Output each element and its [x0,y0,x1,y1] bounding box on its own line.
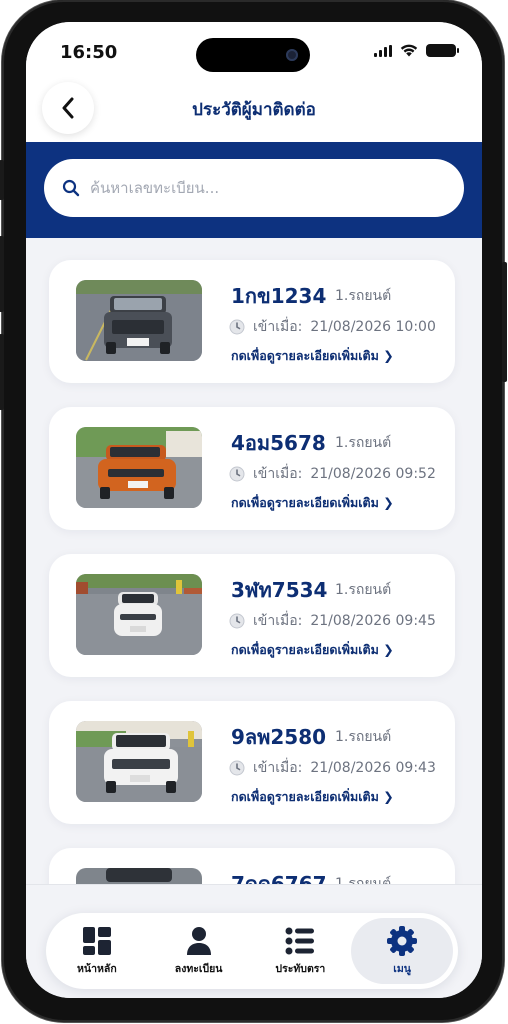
plate-number: 3ฬท7534 [231,578,328,602]
side-button-volume-down [0,334,4,410]
page-title: ประวัติผู้มาติดต่อ [192,100,316,120]
entry-row: เข้าเมื่อ: 21/08/2026 09:43 [229,757,436,779]
status-time: 16:50 [60,42,118,63]
entry-row: เข้าเมื่อ: 21/08/2026 09:45 [229,610,436,632]
vehicle-photo [76,280,202,361]
clock-icon [229,466,245,482]
more-details-link[interactable]: กดเพื่อดูรายละเอียดเพิ่มเติม ❯ [231,493,394,513]
side-button-volume-up [0,236,4,312]
visitor-card[interactable]: 7ดด6767 1.รถยนต์ [49,848,455,884]
vehicle-photo [76,721,202,802]
plate-number: 1กข1234 [231,284,327,308]
vehicle-type: 1.รถยนต์ [335,729,392,745]
vehicle-type: 1.รถยนต์ [335,876,392,884]
entry-row: เข้าเมื่อ: 21/08/2026 10:00 [229,316,436,338]
vehicle-type: 1.รถยนต์ [335,435,392,451]
nav-label: ประทับตรา [275,962,326,975]
nav-label: เมนู [393,962,411,975]
vehicle-type: 1.รถยนต์ [335,582,392,598]
more-details-link[interactable]: กดเพื่อดูรายละเอียดเพิ่มเติม ❯ [231,640,394,660]
plate-number: 9ลพ2580 [231,725,327,749]
clock-icon [229,760,245,776]
visitor-card[interactable]: 9ลพ2580 1.รถยนต์ เข้าเมื่อ: 21/08/2026 0… [49,701,455,824]
camera-icon [286,49,298,61]
screen: 16:50 ประวัติผู้มาติดต่อ ค้นหาเลขทะเบียน… [26,22,482,998]
search-input[interactable] [90,179,420,197]
entry-row: เข้าเมื่อ: 21/08/2026 09:52 [229,463,436,485]
clock-icon [229,613,245,629]
vehicle-type: 1.รถยนต์ [335,288,392,304]
status-bar: 16:50 [26,22,482,82]
vehicle-photo [76,868,202,884]
vehicle-photo [76,574,202,655]
nav-item-menu[interactable]: เมนู [351,918,453,984]
entry-label: เข้าเมื่อ: [253,760,303,776]
visitor-card[interactable]: 4อม5678 1.รถยนต์ เข้าเมื่อ: 21/08/2026 0… [49,407,455,530]
dynamic-island [196,38,310,72]
vehicle-photo [76,427,202,508]
more-details-link[interactable]: กดเพื่อดูรายละเอียดเพิ่มเติม ❯ [231,787,394,807]
entry-time: 21/08/2026 10:00 [310,319,436,335]
entry-label: เข้าเมื่อ: [253,319,303,335]
battery-icon [426,44,459,57]
plate-number: 7ดด6767 [231,872,327,884]
side-button-action [0,160,4,200]
nav-item-home[interactable]: หน้าหลัก [46,918,148,984]
gear-icon [387,925,418,956]
visitor-card[interactable]: 1กข1234 1.รถยนต์ เข้าเมื่อ: 21/08/2026 1… [49,260,455,383]
entry-time: 21/08/2026 09:43 [310,760,436,776]
signal-icon [374,44,392,57]
visitor-card[interactable]: 3ฬท7534 1.รถยนต์ เข้าเมื่อ: 21/08/2026 0… [49,554,455,677]
bottom-nav: หน้าหลัก ลงทะเบียน ประทับตรา เมนู [46,913,458,989]
search-icon [62,179,80,197]
nav-label: หน้าหลัก [77,962,117,975]
search-bar[interactable] [44,159,464,217]
entry-label: เข้าเมื่อ: [253,466,303,482]
header: ประวัติผู้มาติดต่อ [26,82,482,144]
list-icon [285,927,315,954]
wifi-icon [400,44,418,57]
bottom-bar: หน้าหลัก ลงทะเบียน ประทับตรา เมนู [26,884,482,998]
nav-item-stamp[interactable]: ประทับตรา [250,918,352,984]
entry-label: เข้าเมื่อ: [253,613,303,629]
visitor-list[interactable]: 1กข1234 1.รถยนต์ เข้าเมื่อ: 21/08/2026 1… [26,238,482,884]
phone-frame: 16:50 ประวัติผู้มาติดต่อ ค้นหาเลขทะเบียน… [0,0,507,1022]
nav-label: ลงทะเบียน [174,962,223,975]
clock-icon [229,319,245,335]
side-button-power [502,262,507,382]
status-icons [374,44,459,57]
person-icon [186,926,211,955]
entry-time: 21/08/2026 09:45 [310,613,436,629]
search-band [26,142,482,238]
grid-icon [82,926,111,955]
plate-number: 4อม5678 [231,431,326,455]
entry-time: 21/08/2026 09:52 [310,466,436,482]
more-details-link[interactable]: กดเพื่อดูรายละเอียดเพิ่มเติม ❯ [231,346,394,366]
nav-item-register[interactable]: ลงทะเบียน [148,918,250,984]
